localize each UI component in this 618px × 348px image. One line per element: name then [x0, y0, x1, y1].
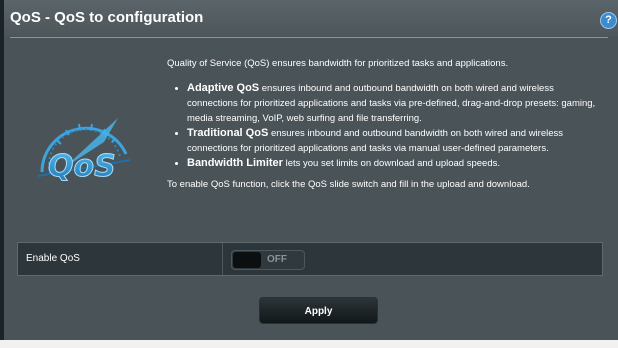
feature-traditional-qos: Traditional QoS ensures inbound and outb… — [187, 126, 603, 156]
enable-qos-row: Enable QoS OFF — [17, 242, 603, 276]
enable-qos-toggle[interactable]: OFF — [231, 250, 305, 270]
qos-description: Quality of Service (QoS) ensures bandwid… — [167, 56, 603, 192]
feature-bandwidth-limiter: Bandwidth Limiter lets you set limits on… — [187, 156, 603, 171]
feature-name: Bandwidth Limiter — [187, 157, 283, 169]
intro-text: Quality of Service (QoS) ensures bandwid… — [167, 58, 509, 69]
qos-panel: QoS - QoS to configuration ? QoS Quality… — [0, 0, 618, 340]
logo-text: QoS — [48, 149, 116, 184]
toggle-state: OFF — [267, 254, 287, 265]
enable-qos-label: Enable QoS — [26, 253, 80, 264]
feature-name: Traditional QoS — [187, 127, 269, 139]
feature-name: Adaptive QoS — [187, 82, 260, 94]
row-separator — [222, 243, 223, 275]
qos-gauge-icon: QoS — [37, 118, 131, 184]
question-icon[interactable]: ? — [600, 12, 617, 29]
instruction-text: To enable QoS function, click the QoS sl… — [167, 179, 530, 190]
apply-button[interactable]: Apply — [259, 297, 378, 324]
page-title: QoS - QoS to configuration — [10, 9, 204, 26]
toggle-knob[interactable] — [233, 252, 261, 268]
panel-header: QoS - QoS to configuration ? — [4, 0, 618, 36]
feature-adaptive-qos: Adaptive QoS ensures inbound and outboun… — [187, 81, 603, 126]
header-divider — [10, 37, 608, 38]
feature-text: lets you set limits on download and uplo… — [285, 158, 501, 169]
feature-list: Adaptive QoS ensures inbound and outboun… — [167, 81, 603, 171]
